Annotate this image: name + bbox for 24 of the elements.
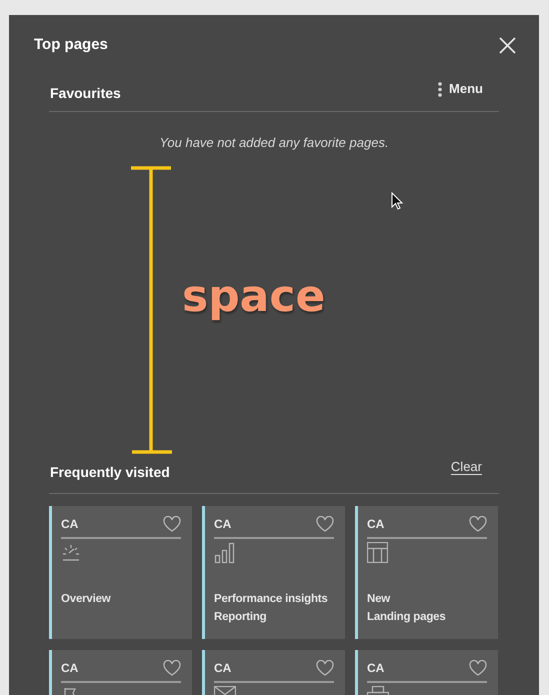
- page-card[interactable]: CA Overview: [49, 506, 192, 638]
- product-label: CA: [367, 660, 384, 676]
- page-card[interactable]: CA New Landing pages: [355, 506, 498, 638]
- page-card[interactable]: CA: [355, 650, 498, 695]
- section-title: Favourites: [49, 84, 121, 102]
- product-label: CA: [367, 516, 384, 532]
- section-title: Frequently visited: [49, 462, 170, 482]
- product-label: CA: [214, 516, 232, 532]
- product-label: CA: [61, 516, 78, 532]
- empty-message: You have not added any favorite pages.: [158, 134, 390, 152]
- product-label: CA: [61, 660, 78, 676]
- annotation-label: space: [182, 275, 326, 319]
- page-card[interactable]: CA: [49, 650, 192, 695]
- clear-link[interactable]: Clear: [450, 457, 482, 476]
- page-card[interactable]: CA Performance insights Reporting: [202, 506, 345, 638]
- card-title: Landing pages: [367, 610, 447, 624]
- card-title: Overview: [61, 592, 112, 606]
- card-title: Reporting: [214, 610, 268, 624]
- page-card[interactable]: CA: [202, 650, 345, 695]
- card-title: New: [367, 592, 392, 606]
- menu-button[interactable]: Menu: [438, 79, 499, 99]
- product-label: CA: [214, 660, 232, 676]
- panel-title: Top pages: [34, 34, 108, 55]
- card-title: Performance insights: [214, 592, 329, 606]
